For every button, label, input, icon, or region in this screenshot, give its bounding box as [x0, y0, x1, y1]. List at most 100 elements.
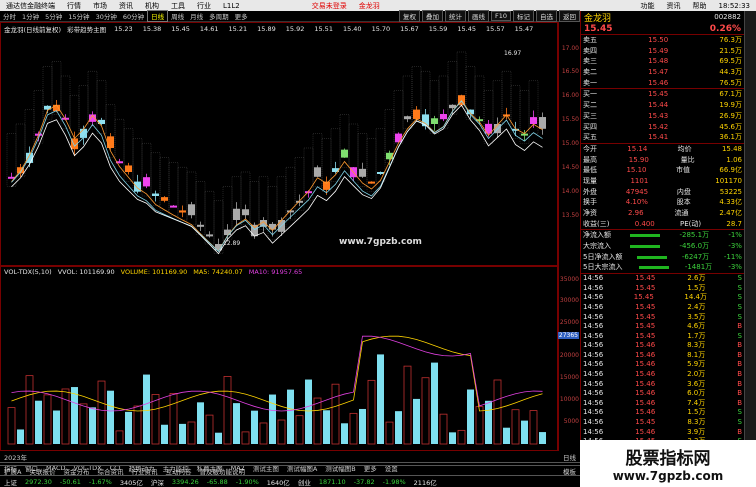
info-tab[interactable]: 互动问答 [161, 466, 195, 476]
tick-price: 15.46 [635, 350, 656, 359]
tick-side: S [737, 302, 742, 311]
volume-indicator-panel[interactable]: VOL-TDX(5,10) VVOL: 101169.90 VOLUME: 10… [0, 266, 558, 451]
stat-label: 最高 [583, 155, 597, 164]
volume-bar [385, 421, 394, 445]
period-more[interactable]: 更多 [232, 11, 251, 21]
tick-row: 14:56 15.46 8.3万 B [581, 341, 744, 351]
volume-bar [521, 420, 528, 444]
btn-stats[interactable]: 统计 [444, 10, 466, 22]
stat-value: 4.10% [625, 198, 648, 207]
btn-f10[interactable]: F10 [490, 11, 511, 21]
info-tab[interactable]: 扩展A [0, 466, 25, 476]
stat-value: 1101 [630, 176, 649, 185]
flow-row: 5日大宗流入 -1481万 -3% [581, 262, 744, 273]
volume-bar [7, 407, 16, 445]
volume-bar [89, 407, 96, 444]
flow-row: 5日净流入额 -6247万 -11% [581, 252, 744, 263]
stat-value: 15.90 [628, 155, 649, 164]
tick-time: 14:56 [583, 389, 604, 398]
candle-body [143, 177, 150, 187]
volume-bar [457, 429, 466, 445]
info-tab[interactable]: 普及版功能说明 [195, 466, 249, 476]
main-kline-chart[interactable]: 金龙羽(日线前复权) 彩带趋势主图 15.23 15.38 15.45 14.61 15… [0, 22, 558, 266]
menu-org[interactable]: 机构 [139, 1, 165, 11]
tick-side: S [737, 312, 742, 321]
menu-l1l2[interactable]: L1L2 [217, 2, 246, 10]
stat-value: 28.7 [726, 219, 742, 228]
period-1min[interactable]: 1分钟 [19, 11, 42, 21]
menu-info[interactable]: 资讯 [661, 1, 687, 11]
bid-row: 买一 15.45 67.1万 [581, 89, 744, 100]
stat-value: 53225 [719, 187, 742, 196]
stat-value: 15.14 [627, 144, 648, 153]
menu-quote[interactable]: 行情 [61, 1, 87, 11]
btn-draw[interactable]: 画线 [467, 10, 489, 22]
flow-value: -285.1万 [679, 231, 710, 240]
menu-help[interactable]: 帮助 [687, 1, 713, 11]
tick-price: 15.45 [635, 274, 656, 283]
flow-value: -456.0万 [679, 242, 710, 251]
menu-function[interactable]: 功能 [635, 1, 661, 11]
candle-body [404, 116, 411, 120]
info-tab[interactable]: 综合资讯 [93, 466, 127, 476]
tick-side: S [737, 274, 742, 283]
period-60min[interactable]: 60分钟 [120, 11, 147, 21]
tick-volume: 5.9万 [687, 360, 706, 369]
volume-bar [35, 400, 42, 444]
index-pct: -1.67% [88, 477, 112, 486]
tick-price: 15.46 [635, 341, 656, 350]
bid-row: 买四 15.42 45.6万 [581, 122, 744, 133]
flow-row: 净流入额 -285.1万 -1% [581, 230, 744, 241]
tick-row: 14:56 15.45 4.6万 B [581, 322, 744, 332]
btn-adjust[interactable]: 复权 [398, 10, 420, 22]
menu-industry[interactable]: 行业 [191, 1, 217, 11]
info-tab[interactable]: 资金分布 [59, 466, 93, 476]
ask-row: 卖一 15.46 76.5万 [581, 78, 744, 89]
tick-side: B [737, 341, 742, 350]
period-week[interactable]: 周线 [168, 11, 187, 21]
volume-svg [7, 335, 546, 445]
btn-back[interactable]: 返回 [559, 10, 580, 22]
book-label: 买三 [583, 111, 597, 120]
stat-value: 15.10 [626, 166, 647, 175]
book-volume: 69.5万 [719, 57, 742, 66]
tick-time: 14:56 [583, 370, 604, 379]
candle-body [413, 109, 420, 119]
flow-label: 5日净流入额 [583, 252, 623, 261]
btn-mark[interactable]: 标记 [513, 10, 534, 22]
stat-value: 2.47亿 [719, 209, 742, 217]
tick-volume: 8.3万 [687, 341, 706, 350]
info-tab[interactable]: 行业资讯 [127, 466, 161, 476]
ask-row: 卖二 15.47 44.3万 [581, 67, 744, 78]
tick-time: 14:56 [583, 341, 604, 350]
period-15min[interactable]: 15分钟 [65, 11, 92, 21]
title-price: 15.45 [171, 24, 190, 33]
btn-watchlist[interactable]: 自选 [536, 10, 557, 22]
fund-flow: 净流入额 -285.1万 -1% 大宗流入 -456.0万 -3% 5日净流入额 -6247万… [581, 230, 744, 275]
bid-row: 买二 15.44 19.9万 [581, 100, 744, 111]
menu-news[interactable]: 资讯 [113, 1, 139, 11]
info-tab[interactable]: 关联报价 [25, 466, 59, 476]
title-price: 15.21 [228, 24, 248, 33]
candle-body [188, 204, 195, 216]
template-tab[interactable]: 模板 [559, 466, 580, 476]
date-label: 2023年 [4, 453, 28, 462]
period-multi[interactable]: 多周期 [206, 11, 232, 21]
period-5min[interactable]: 5分钟 [42, 11, 65, 21]
menu-tools[interactable]: 工具 [165, 1, 191, 11]
stat-label: 内盘 [676, 187, 691, 196]
period-day[interactable]: 日线 [147, 10, 169, 22]
current-stock-name: 金龙羽 [358, 1, 380, 10]
vol-tick: 35000 [559, 276, 579, 283]
menu-market[interactable]: 市场 [87, 1, 113, 11]
period-tick[interactable]: 分时 [0, 11, 19, 21]
btn-overlay[interactable]: 叠加 [421, 10, 443, 22]
period-30min[interactable]: 30分钟 [93, 11, 120, 21]
period-month[interactable]: 月线 [187, 11, 206, 21]
side-scrollbar[interactable] [744, 11, 756, 462]
candle-body [134, 181, 141, 192]
flow-pct: -3% [728, 242, 742, 251]
candle-body [314, 167, 321, 177]
tick-time: 14:56 [583, 312, 604, 321]
trade-login-status[interactable]: 交易未登录 [306, 1, 353, 11]
